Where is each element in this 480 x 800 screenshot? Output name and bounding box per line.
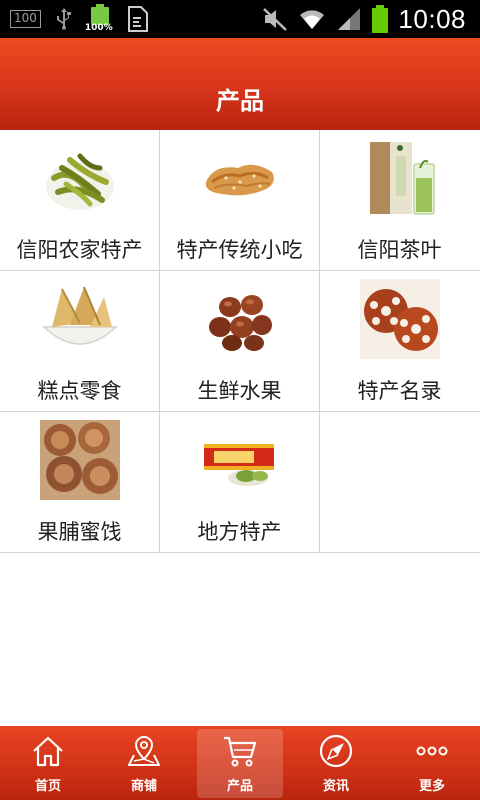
product-category-grid: 信阳农家特产 特产传统小吃 信阳茶叶 糕点零食 生鲜水果 特产名录 果脯蜜饯 地… xyxy=(0,130,480,553)
document-icon xyxy=(127,6,148,32)
category-label: 信阳农家特产 xyxy=(16,238,143,262)
green-peppers-image xyxy=(46,153,114,210)
dried-fruit-image xyxy=(40,420,120,500)
chestnuts-image xyxy=(209,295,272,351)
map-pin-icon xyxy=(128,735,160,766)
category-label: 糕点零食 xyxy=(37,379,122,403)
home-icon xyxy=(33,736,63,767)
app-screen: 100 100% 10:08 产品 信阳农家特产 特产传统小吃 信阳茶叶 糕点零… xyxy=(0,0,480,800)
page-title: 产品 xyxy=(216,87,264,115)
tab-label: 商铺 xyxy=(130,779,157,794)
compass-icon xyxy=(319,734,353,768)
tab-products[interactable]: 产品 xyxy=(192,726,288,800)
grid-row: 果脯蜜饯 地方特产 xyxy=(0,412,480,553)
battery-small-icon: 100% xyxy=(85,4,113,34)
category-item-traditional-snack[interactable]: 特产传统小吃 xyxy=(160,130,320,270)
app-header: 产品 xyxy=(0,38,480,130)
category-item-local-specialty[interactable]: 地方特产 xyxy=(160,412,320,552)
tab-shops[interactable]: 商铺 xyxy=(96,726,192,800)
category-item-preserved-fruit[interactable]: 果脯蜜饯 xyxy=(0,412,160,552)
lotus-root-image xyxy=(360,279,440,359)
bottom-tab-bar: 首页 商铺 产品 资讯 更多 xyxy=(0,726,480,800)
gift-box-image xyxy=(204,444,274,486)
shopping-cart-icon xyxy=(224,736,257,767)
tea-package-image xyxy=(370,142,435,215)
pastry-bowl-image xyxy=(42,286,118,345)
more-dots-icon xyxy=(416,746,448,756)
category-item-xinyang-tea[interactable]: 信阳茶叶 xyxy=(320,130,480,270)
grid-row: 糕点零食 生鲜水果 特产名录 xyxy=(0,271,480,412)
category-item-fresh-fruit[interactable]: 生鲜水果 xyxy=(160,271,320,411)
mute-icon xyxy=(263,8,288,31)
tab-label: 首页 xyxy=(34,779,61,794)
category-label: 生鲜水果 xyxy=(197,379,282,403)
empty-grid-cell xyxy=(320,412,480,552)
tab-label: 资讯 xyxy=(322,779,349,794)
category-label: 特产名录 xyxy=(357,379,442,403)
category-label: 信阳茶叶 xyxy=(357,238,442,262)
battery-icon xyxy=(372,5,389,33)
notification-badge: 100 xyxy=(10,10,41,28)
tab-label: 更多 xyxy=(418,779,445,794)
crispy-snack-image xyxy=(205,164,274,196)
category-item-farm-specialty[interactable]: 信阳农家特产 xyxy=(0,130,160,270)
category-label: 地方特产 xyxy=(197,520,282,544)
wifi-icon xyxy=(300,10,325,29)
category-item-specialty-directory[interactable]: 特产名录 xyxy=(320,271,480,411)
grid-row: 信阳农家特产 特产传统小吃 信阳茶叶 xyxy=(0,130,480,271)
usb-icon xyxy=(56,8,71,30)
tab-news[interactable]: 资讯 xyxy=(288,726,384,800)
tab-label: 产品 xyxy=(226,779,253,794)
signal-icon xyxy=(338,8,361,30)
category-label: 特产传统小吃 xyxy=(176,238,303,262)
category-item-pastry-snacks[interactable]: 糕点零食 xyxy=(0,271,160,411)
category-label: 果脯蜜饯 xyxy=(37,520,122,544)
tab-home[interactable]: 首页 xyxy=(0,726,96,800)
tab-more[interactable]: 更多 xyxy=(384,726,480,800)
clock: 10:08 xyxy=(398,3,466,34)
status-bar: 100 100% 10:08 xyxy=(0,0,480,38)
